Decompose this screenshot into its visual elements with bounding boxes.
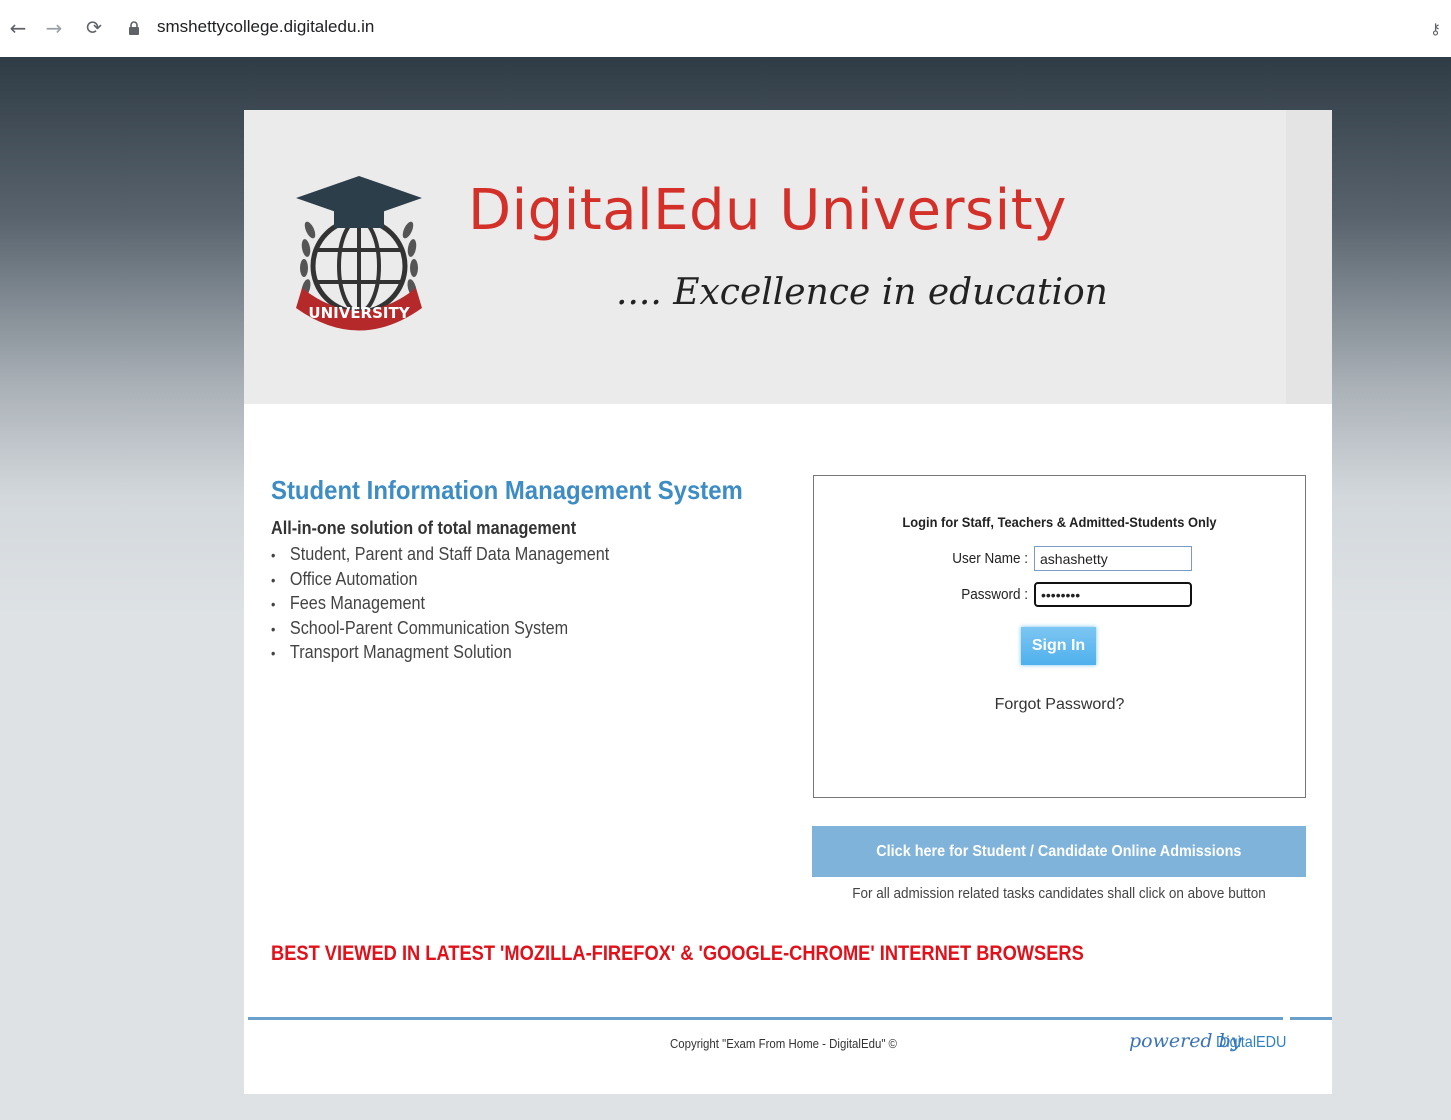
- address-bar-url[interactable]: smshettycollege.digitaledu.in: [157, 17, 374, 37]
- feature-label: Office Automation: [289, 568, 418, 589]
- bullet-icon: •: [271, 596, 276, 612]
- tagline: .... Excellence in education: [616, 272, 1108, 313]
- bullet-icon: •: [271, 620, 276, 637]
- bullet-icon: •: [271, 547, 276, 563]
- reload-icon[interactable]: ⟳: [82, 14, 106, 42]
- feature-label: Student, Parent and Staff Data Managemen…: [289, 544, 610, 564]
- login-form: Login for Staff, Teachers & Admitted-Stu…: [813, 475, 1306, 798]
- feature-item: • Office Automation: [271, 567, 609, 592]
- feature-label: School-Parent Communication System: [289, 617, 569, 638]
- footer-divider: [248, 1017, 1283, 1020]
- password-key-icon[interactable]: ⚷: [1430, 20, 1441, 38]
- main-card: UNIVERSITY DigitalEdu University .... Ex…: [244, 110, 1332, 1094]
- feature-label: Fees Management: [289, 593, 425, 613]
- online-admissions-button[interactable]: Click here for Student / Candidate Onlin…: [812, 826, 1306, 877]
- copyright-text: Copyright "Exam From Home - DigitalEdu" …: [670, 1036, 897, 1051]
- feature-item: • Student, Parent and Staff Data Manageme…: [271, 542, 609, 567]
- powered-by-brand-link[interactable]: DigitalEDU: [1216, 1034, 1286, 1052]
- login-title: Login for Staff, Teachers & Admitted-Stu…: [902, 514, 1217, 530]
- bullet-icon: •: [271, 645, 276, 661]
- browser-toolbar: ← → ⟳ smshettycollege.digitaledu.in ⚷: [0, 0, 1451, 57]
- university-logo: UNIVERSITY: [296, 176, 422, 331]
- feature-list: • Student, Parent and Staff Data Manageme…: [271, 542, 647, 665]
- forward-arrow-icon[interactable]: →: [42, 14, 66, 42]
- feature-item: • Transport Managment Solution: [271, 640, 609, 665]
- bullet-icon: •: [271, 571, 276, 588]
- system-subtitle: All-in-one solution of total management: [271, 518, 577, 538]
- sign-in-button[interactable]: Sign In: [1021, 627, 1096, 665]
- forgot-password-link[interactable]: Forgot Password?: [814, 696, 1305, 714]
- feature-item: • School-Parent Communication System: [271, 616, 609, 641]
- online-admissions-label: Click here for Student / Candidate Onlin…: [876, 842, 1242, 860]
- site-header: UNIVERSITY DigitalEdu University .... Ex…: [244, 110, 1332, 404]
- feature-label: Transport Managment Solution: [289, 642, 512, 662]
- system-title: Student Information Management System: [271, 475, 743, 505]
- browser-recommendation: BEST VIEWED IN LATEST 'MOZILLA-FIREFOX' …: [271, 942, 1084, 965]
- feature-item: • Fees Management: [271, 591, 609, 616]
- admission-note: For all admission related tasks candidat…: [852, 885, 1266, 902]
- logo-text: UNIVERSITY: [308, 304, 410, 322]
- username-label: User Name :: [952, 550, 1028, 567]
- university-name: DigitalEdu University: [468, 178, 1067, 243]
- password-label: Password :: [961, 586, 1028, 603]
- footer-divider: [1290, 1017, 1332, 1020]
- username-input[interactable]: [1034, 546, 1192, 571]
- password-input[interactable]: [1034, 582, 1192, 607]
- back-arrow-icon[interactable]: ←: [6, 14, 30, 42]
- header-strip: [1286, 110, 1332, 404]
- lock-icon[interactable]: [128, 21, 140, 35]
